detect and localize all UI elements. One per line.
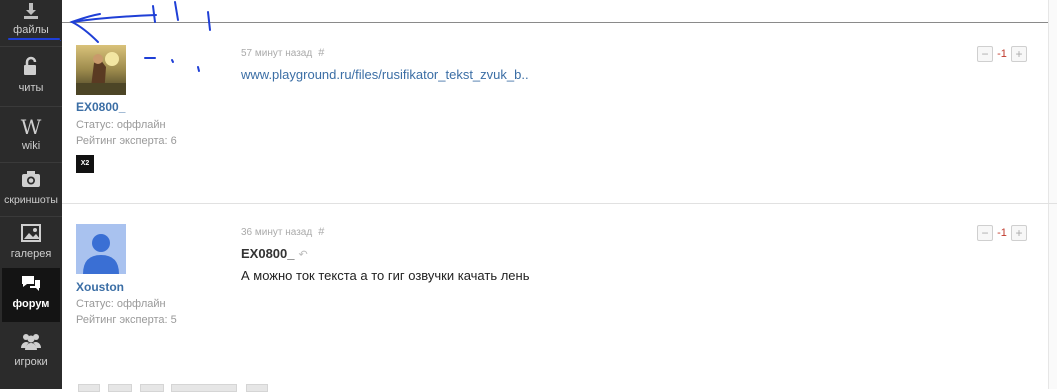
- vote-down-button[interactable]: −: [977, 225, 993, 241]
- vote-control: − -1 +: [977, 46, 1027, 62]
- user-status: Статус: оффлайн: [76, 119, 166, 131]
- post-divider: [62, 203, 1057, 204]
- camera-icon: [2, 168, 60, 192]
- expert-rating: Рейтинг эксперта: 5: [76, 314, 177, 326]
- sidebar-divider: [0, 162, 62, 163]
- wikipedia-icon: W: [20, 115, 42, 139]
- reply-to-author[interactable]: EX0800_ ↶: [241, 246, 308, 261]
- vote-score-value: 1: [1000, 227, 1007, 239]
- pagination-button[interactable]: [246, 384, 268, 392]
- sidebar-item-label: читы: [18, 82, 44, 94]
- sidebar-item-files[interactable]: файлы: [2, 0, 60, 42]
- expert-rating: Рейтинг эксперта: 6: [76, 135, 177, 147]
- post-author[interactable]: Xouston: [76, 280, 124, 294]
- forum-chat-icon: [2, 272, 60, 296]
- sidebar-divider: [0, 106, 62, 107]
- image-icon: [2, 222, 60, 246]
- sidebar-item-screenshots[interactable]: скриншоты: [2, 164, 60, 220]
- post-link[interactable]: www.playground.ru/files/rusifikator_teks…: [241, 67, 529, 82]
- users-icon: [2, 330, 60, 354]
- post-timestamp: 36 минут назад #: [241, 226, 324, 238]
- pagination-button[interactable]: [78, 384, 100, 392]
- time-text: 57 минут назад: [241, 48, 313, 59]
- unlock-icon: [2, 56, 60, 80]
- post-author[interactable]: EX0800_: [76, 100, 125, 114]
- scrollbar-track[interactable]: [1048, 0, 1057, 389]
- sidebar-item-gallery[interactable]: галерея: [2, 218, 60, 274]
- sidebar-item-players[interactable]: игроки: [2, 326, 60, 382]
- post-body: А можно ток текста а то гиг озвучки кача…: [241, 268, 530, 283]
- sidebar-item-cheats[interactable]: читы: [2, 52, 60, 108]
- annotation-underline: [8, 38, 60, 40]
- sidebar-item-forum[interactable]: форум: [2, 268, 60, 322]
- pagination-button[interactable]: [171, 384, 237, 392]
- reply-arrow-icon: ↶: [298, 249, 308, 261]
- sidebar-item-label: wiki: [21, 140, 41, 152]
- permalink-hash[interactable]: #: [318, 226, 324, 238]
- pagination-button[interactable]: [108, 384, 132, 392]
- user-status: Статус: оффлайн: [76, 298, 166, 310]
- time-text: 36 минут назад: [241, 227, 313, 238]
- vote-up-button[interactable]: +: [1011, 225, 1027, 241]
- vote-score: -1: [997, 227, 1007, 239]
- reply-to-name: EX0800_: [241, 246, 295, 261]
- download-icon: [2, 2, 60, 22]
- post-timestamp: 57 минут назад #: [241, 47, 324, 59]
- sidebar-divider: [0, 46, 62, 47]
- sidebar-item-label: скриншоты: [4, 194, 58, 206]
- sidebar-nav: файлы читы W wiki скриншоты галерея фору…: [0, 0, 62, 389]
- sidebar-item-label: файлы: [13, 24, 49, 36]
- user-badge: X2: [76, 155, 94, 173]
- sidebar-item-label: галерея: [10, 248, 52, 260]
- vote-up-button[interactable]: +: [1011, 46, 1027, 62]
- sidebar-item-label: форум: [12, 298, 50, 310]
- vote-control: − -1 +: [977, 225, 1027, 241]
- vote-score-value: 1: [1000, 48, 1007, 60]
- annotation-scribble: [60, 1, 211, 72]
- vote-score: -1: [997, 48, 1007, 60]
- vote-down-button[interactable]: −: [977, 46, 993, 62]
- permalink-hash[interactable]: #: [318, 47, 324, 59]
- sidebar-divider: [0, 216, 62, 217]
- sidebar-item-label: игроки: [14, 356, 48, 368]
- avatar[interactable]: [76, 224, 126, 274]
- pagination-button[interactable]: [140, 384, 164, 392]
- sidebar-item-wiki[interactable]: W wiki: [2, 110, 60, 166]
